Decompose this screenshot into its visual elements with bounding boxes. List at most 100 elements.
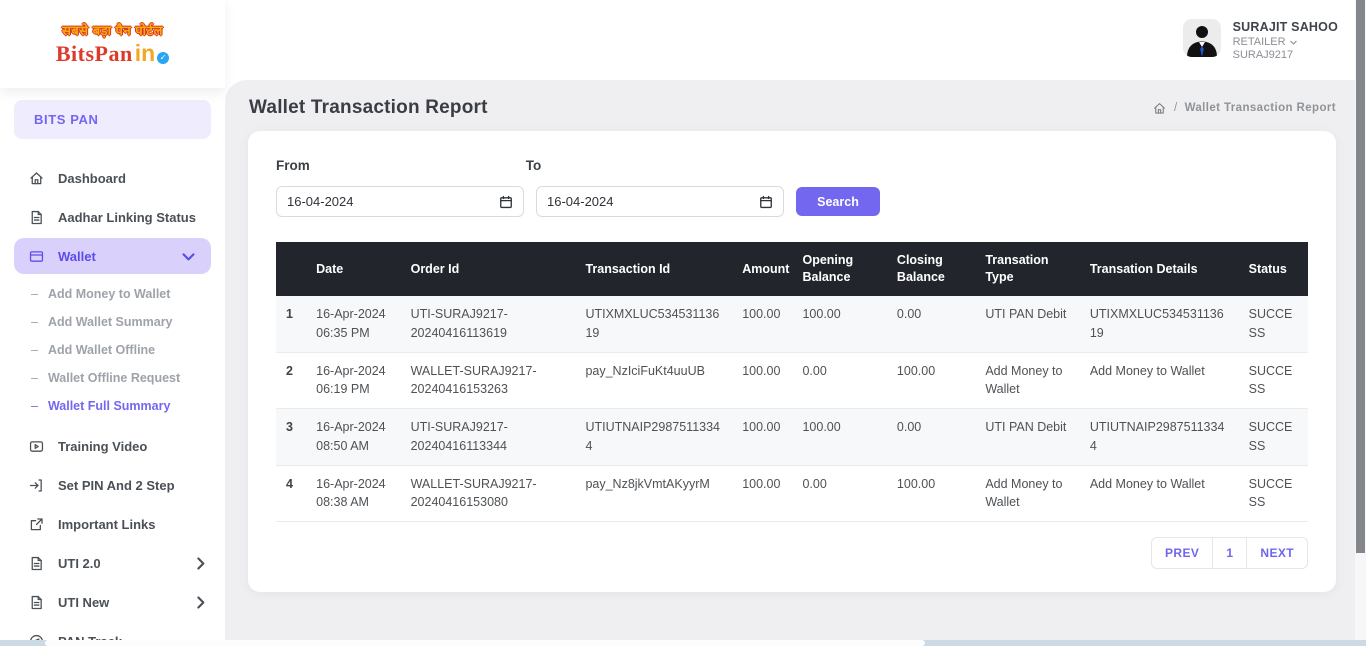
cell-opening-balance: 0.00: [802, 476, 827, 491]
chevron-right-icon: [192, 555, 209, 572]
cell-order-id: UTI-SURAJ9217-20240416113344: [410, 420, 508, 453]
chevron-down-icon: [180, 248, 197, 265]
cell-date: 16-Apr-2024 08:50 AM: [316, 420, 386, 453]
sidebar-subitem-add-wallet-offline[interactable]: – Add Wallet Offline: [0, 336, 225, 364]
login-arrow-icon: [29, 479, 42, 492]
brand-tagline: सबसे बड़ा पैन पोर्टल: [62, 23, 163, 38]
cell-transaction-details: UTIUTNAIP29875113344: [1089, 420, 1225, 453]
sidebar-item-label: Training Video: [58, 439, 148, 454]
cell-date: 16-Apr-2024 08:38 AM: [316, 476, 386, 510]
cell-sno: 4: [286, 476, 293, 491]
column-header-transation-type: Transation Type: [975, 242, 1080, 296]
brand-name-suffix: in: [134, 40, 156, 66]
sidebar-subitem-label: Add Wallet Offline: [47, 343, 156, 357]
column-header-amount: Amount: [732, 242, 793, 296]
user-menu[interactable]: SURAJIT SAHOO RETAILER SURAJ9217: [1182, 19, 1338, 63]
cell-transaction-id: UTIUTNAIP29875113344: [585, 420, 721, 453]
sidebar-item-label: Aadhar Linking Status: [58, 210, 196, 225]
chevron-down-icon: [1289, 40, 1297, 45]
sidebar-item-wallet[interactable]: Wallet: [14, 238, 211, 274]
from-label: From: [276, 158, 310, 173]
sidebar-item-set-pin-and-2-step[interactable]: Set PIN And 2 Step: [0, 466, 225, 505]
cell-sno: 1: [286, 307, 293, 321]
document-icon: [31, 210, 42, 225]
table-row: 3 16-Apr-2024 08:50 AM UTI-SURAJ9217-20240…: [276, 408, 1308, 465]
page-title: Wallet Transaction Report: [249, 97, 488, 118]
cell-closing-balance: 100.00: [896, 363, 936, 378]
table-row: 4 16-Apr-2024 08:38 AM WALLET-SURAJ9217-20…: [276, 465, 1308, 522]
vertical-scrollbar-track: [1355, 0, 1366, 640]
sidebar-item-important-links[interactable]: Important Links: [0, 505, 225, 544]
cell-sno: 3: [286, 420, 293, 434]
page-number-button[interactable]: 1: [1212, 537, 1248, 569]
main-content: Wallet Transaction Report / Wallet Trans…: [225, 80, 1366, 646]
user-meta: SURAJIT SAHOO RETAILER SURAJ9217: [1233, 19, 1338, 63]
user-name: SURAJIT SAHOO: [1232, 20, 1338, 34]
sidebar-item-label: Wallet: [58, 248, 96, 264]
sidebar-subitem-add-wallet-summary[interactable]: – Add Wallet Summary: [0, 308, 225, 336]
user-role-label: RETAILER: [1232, 35, 1286, 48]
cell-transaction-id: UTIXMXLUC53453113619: [585, 307, 720, 340]
dash-bullet: –: [31, 399, 38, 413]
cell-transaction-details: Add Money to Wallet: [1089, 476, 1205, 491]
vertical-scrollbar-thumb[interactable]: [1356, 0, 1365, 553]
breadcrumb: / Wallet Transaction Report: [1152, 101, 1336, 116]
chevron-right-icon: [192, 594, 209, 611]
to-date-value: 16-04-2024: [547, 194, 614, 209]
portal-label[interactable]: BITS PAN: [14, 100, 211, 139]
document-icon: [31, 556, 42, 571]
home-icon[interactable]: [1152, 101, 1167, 116]
cell-closing-balance: 100.00: [896, 476, 936, 491]
cell-amount: 100.00: [742, 363, 781, 378]
user-role[interactable]: RETAILER: [1233, 36, 1338, 50]
sidebar-item-training-video[interactable]: Training Video: [0, 427, 225, 466]
user-username: SURAJ9217: [1232, 49, 1294, 62]
cell-order-id: WALLET-SURAJ9217-20240416153263: [410, 363, 537, 397]
avatar: [1182, 19, 1221, 57]
cell-transaction-type: UTI PAN Debit: [985, 307, 1067, 321]
prev-page-button[interactable]: PREV: [1151, 537, 1214, 569]
document-icon: [31, 595, 42, 610]
sidebar-subitem-label: Wallet Offline Request: [47, 371, 181, 385]
next-page-button[interactable]: NEXT: [1246, 537, 1308, 569]
sidebar-subitem-wallet-offline-request[interactable]: – Wallet Offline Request: [0, 364, 225, 392]
verified-badge-icon: ✓: [157, 52, 170, 64]
horizontal-scrollbar-thumb[interactable]: [45, 640, 925, 646]
filter-labels: From To: [276, 158, 1308, 173]
cell-transaction-id: pay_Nz8jkVmtAKyyrM: [585, 476, 710, 491]
sidebar-item-dashboard[interactable]: Dashboard: [0, 159, 225, 198]
sidebar-item-uti-new[interactable]: UTI New: [0, 583, 225, 622]
brand-name-primary: BitsPan: [55, 41, 133, 66]
from-date-input[interactable]: 16-04-2024: [276, 186, 524, 217]
sidebar-item-uti-2-0[interactable]: UTI 2.0: [0, 544, 225, 583]
breadcrumb-separator: /: [1173, 102, 1178, 114]
column-header-order-id: Order Id: [400, 242, 576, 296]
filter-row: 16-04-2024 16-04-2024 Search: [276, 186, 1308, 217]
brand-logo[interactable]: सबसे बड़ा पैन पोर्टल BitsPan in ✓: [0, 0, 225, 88]
cell-opening-balance: 100.00: [802, 307, 841, 321]
column-header-closing-balance: Closing Balance: [886, 242, 976, 296]
calendar-icon[interactable]: [499, 195, 513, 209]
pagination: PREV 1 NEXT: [276, 537, 1308, 569]
calendar-icon[interactable]: [759, 195, 773, 209]
cell-sno: 2: [286, 363, 293, 378]
sidebar-subitem-add-money-to-wallet[interactable]: – Add Money to Wallet: [0, 280, 225, 308]
cell-amount: 100.00: [742, 420, 781, 434]
dash-bullet: –: [31, 315, 38, 329]
cell-status: SUCCESS: [1248, 363, 1293, 397]
avatar-person-image: [1182, 19, 1221, 57]
titlebar: Wallet Transaction Report / Wallet Trans…: [225, 80, 1366, 131]
search-button[interactable]: Search: [796, 187, 880, 216]
sidebar-subitem-wallet-full-summary[interactable]: – Wallet Full Summary: [0, 392, 225, 420]
sidebar: सबसे बड़ा पैन पोर्टल BitsPan in ✓ BITS P…: [0, 0, 225, 646]
cell-order-id: UTI-SURAJ9217-20240416113619: [410, 307, 508, 340]
sidebar-item-aadhar-linking-status[interactable]: Aadhar Linking Status: [0, 198, 225, 237]
cell-order-id: WALLET-SURAJ9217-20240416153080: [410, 476, 537, 510]
sidebar-subitem-label: Add Money to Wallet: [47, 287, 171, 301]
sidebar-subitem-label: Add Wallet Summary: [47, 315, 173, 329]
breadcrumb-current: Wallet Transaction Report: [1184, 102, 1336, 114]
to-date-input[interactable]: 16-04-2024: [536, 186, 784, 217]
table-row: 1 16-Apr-2024 06:35 PM UTI-SURAJ9217-20240…: [276, 296, 1308, 352]
table-header: Date Order Id Transaction Id Amount Opening …: [276, 242, 1308, 296]
dash-bullet: –: [31, 371, 38, 385]
